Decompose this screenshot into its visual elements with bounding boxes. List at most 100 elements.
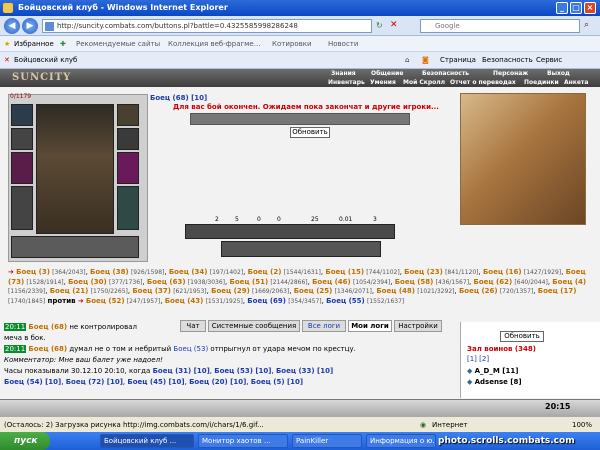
menu-security[interactable]: Безопасность — [422, 70, 469, 77]
log-fighter[interactable]: Боец (30) — [68, 278, 107, 286]
task-info[interactable]: Информация о ю... — [366, 434, 436, 448]
safety-menu[interactable]: Безопасность — [482, 52, 533, 69]
log-fighter[interactable]: Боец (23) — [404, 268, 443, 276]
fight-message: Для вас бой окончен. Ожидаем пока законч… — [173, 103, 439, 111]
log-fighter[interactable]: Боец (2) — [248, 268, 282, 276]
page-menu[interactable]: Страница — [440, 52, 476, 69]
log-fighter[interactable]: Боец (43) — [165, 297, 204, 305]
amulet-slot[interactable] — [11, 128, 33, 150]
refresh-fight-button[interactable]: Обновить — [290, 127, 330, 138]
log-fighter[interactable]: Боец (3) — [16, 268, 50, 276]
menu-transfers[interactable]: Отчет о переводах — [450, 79, 516, 86]
log-fighter[interactable]: Боец (17) — [538, 287, 577, 295]
log-fighter[interactable]: Боец (25) — [294, 287, 333, 295]
status-text: (Осталось: 2) Загрузка рисунка http://im… — [4, 421, 264, 429]
window-title: Бойцовский клуб - Windows Internet Explo… — [18, 3, 228, 12]
tools-menu[interactable]: Сервис — [536, 52, 562, 69]
tab-settings[interactable]: Настройки — [394, 320, 442, 332]
menu-fights[interactable]: Поединки — [524, 79, 559, 86]
log-fighter[interactable]: Боец (58) — [395, 278, 434, 286]
hall-user[interactable]: ◆ A_D_M [11] — [467, 367, 597, 375]
log-fighter[interactable]: Боец (4) — [552, 278, 586, 286]
address-input[interactable]: http://suncity.combats.com/buttons.pl?ba… — [42, 19, 372, 33]
log-fighter[interactable]: Боец (37) — [132, 287, 171, 295]
feeds-icon[interactable]: ◙ — [422, 52, 429, 69]
close-button[interactable]: × — [584, 2, 596, 14]
add-favorite-icon[interactable]: ✚ — [60, 36, 66, 52]
skill-row-2[interactable] — [221, 241, 381, 257]
game-toolbar[interactable] — [0, 399, 600, 416]
menu-exit[interactable]: Выход — [547, 70, 570, 77]
log-fighter[interactable]: Боец (26) — [459, 287, 498, 295]
menu-communication[interactable]: Общение — [371, 70, 403, 77]
hall-refresh-button[interactable]: Обновить — [500, 331, 544, 342]
fav-item-quotes[interactable]: Котировки — [272, 36, 312, 52]
tab-chat[interactable]: Чат — [180, 320, 206, 332]
menu-scroll[interactable]: Мой Скролл — [403, 79, 445, 86]
menu-character[interactable]: Персонаж — [493, 70, 528, 77]
tab-all-logs[interactable]: Все логи — [302, 320, 346, 332]
favorites-star-icon[interactable]: ★ — [4, 36, 10, 52]
armor-slot[interactable] — [11, 186, 33, 230]
log-fighter[interactable]: Боец (62) — [474, 278, 513, 286]
menu-knowledge[interactable]: Знания — [331, 70, 356, 77]
chat-tabs: Чат Системные сообщения Все логи Мои лог… — [180, 320, 460, 332]
page-icon — [45, 22, 54, 31]
menu-skills[interactable]: Умения — [370, 79, 396, 86]
log-fighter[interactable]: Боец (38) — [90, 268, 129, 276]
forward-button[interactable]: ▶ — [22, 18, 38, 34]
log-fighter[interactable]: Боец (63) — [147, 278, 186, 286]
status-bar: (Осталось: 2) Загрузка рисунка http://im… — [0, 416, 600, 432]
favorites-button[interactable]: Избранное — [14, 36, 54, 52]
stat-0: 2 — [215, 216, 219, 223]
maximize-button[interactable]: □ — [570, 2, 582, 14]
hall-user[interactable]: ◆ Adsense [8] — [467, 378, 597, 386]
fav-item-webslices[interactable]: Коллекция веб-фрагме... — [168, 36, 260, 52]
tab-system[interactable]: Системные сообщения — [208, 320, 300, 332]
log-fighter[interactable]: Боец (29) — [211, 287, 250, 295]
task-painkiller[interactable]: PainKiller — [292, 434, 362, 448]
skill-row-1[interactable] — [185, 224, 395, 239]
zoom-level[interactable]: 100% — [572, 417, 592, 433]
earrings-slot[interactable] — [117, 104, 139, 126]
stat-2: 0 — [257, 216, 261, 223]
task-monitor[interactable]: Монитор хаотов ... — [198, 434, 288, 448]
log-fighter[interactable]: Боец (52) — [86, 297, 125, 305]
log-fighter[interactable]: Боец (16) — [483, 268, 522, 276]
log-fighter[interactable]: Боец (48) — [376, 287, 415, 295]
log-fighter[interactable]: Боец (21) — [50, 287, 89, 295]
refresh-icon[interactable]: ↻ — [376, 21, 383, 30]
ie-icon — [3, 3, 13, 13]
log-fighter[interactable]: Боец (55) — [326, 297, 365, 305]
search-icon[interactable]: ⌕ — [584, 20, 589, 30]
log-fighter[interactable]: Боец (69) — [247, 297, 286, 305]
belt-slots[interactable] — [11, 236, 139, 258]
minimize-button[interactable]: _ — [556, 2, 568, 14]
stat-6: 3 — [373, 216, 377, 223]
log-fighter[interactable]: Боец (15) — [325, 268, 364, 276]
start-button[interactable]: пуск — [0, 432, 50, 450]
legs-slot[interactable] — [117, 186, 139, 230]
fav-item-news[interactable]: Новости — [328, 36, 358, 52]
log-fighter[interactable]: Боец (34) — [169, 268, 208, 276]
log-fighter[interactable]: Боец (51) — [229, 278, 268, 286]
tab-active[interactable]: Бойцовский клуб — [14, 52, 77, 69]
weapon-slot[interactable] — [11, 152, 33, 184]
search-input[interactable]: Google — [420, 19, 580, 33]
home-icon[interactable]: ⌂ — [405, 52, 409, 69]
gloves-slot[interactable] — [117, 128, 139, 150]
back-button[interactable]: ◀ — [4, 18, 20, 34]
log-fighter[interactable]: Боец (46) — [312, 278, 351, 286]
clan-icon: ◆ — [467, 378, 473, 386]
helmet-slot[interactable] — [11, 104, 33, 126]
hall-pages[interactable]: [1] [2] — [467, 355, 597, 363]
shield-slot[interactable] — [117, 152, 139, 184]
chat-line: Комментатор: Мне ваш балет уже надоел! — [4, 356, 163, 364]
tab-my-logs[interactable]: Мои логи — [348, 320, 392, 332]
fight-icons-row[interactable] — [190, 113, 410, 125]
task-fight-club[interactable]: Бойцовский клуб ... — [100, 434, 194, 448]
fav-item-recommended[interactable]: Рекомендуемые сайты — [76, 36, 160, 52]
menu-inventory[interactable]: Инвентарь — [328, 79, 365, 86]
stop-icon[interactable]: ✕ — [390, 20, 398, 30]
menu-profile[interactable]: Анкета — [564, 79, 588, 86]
